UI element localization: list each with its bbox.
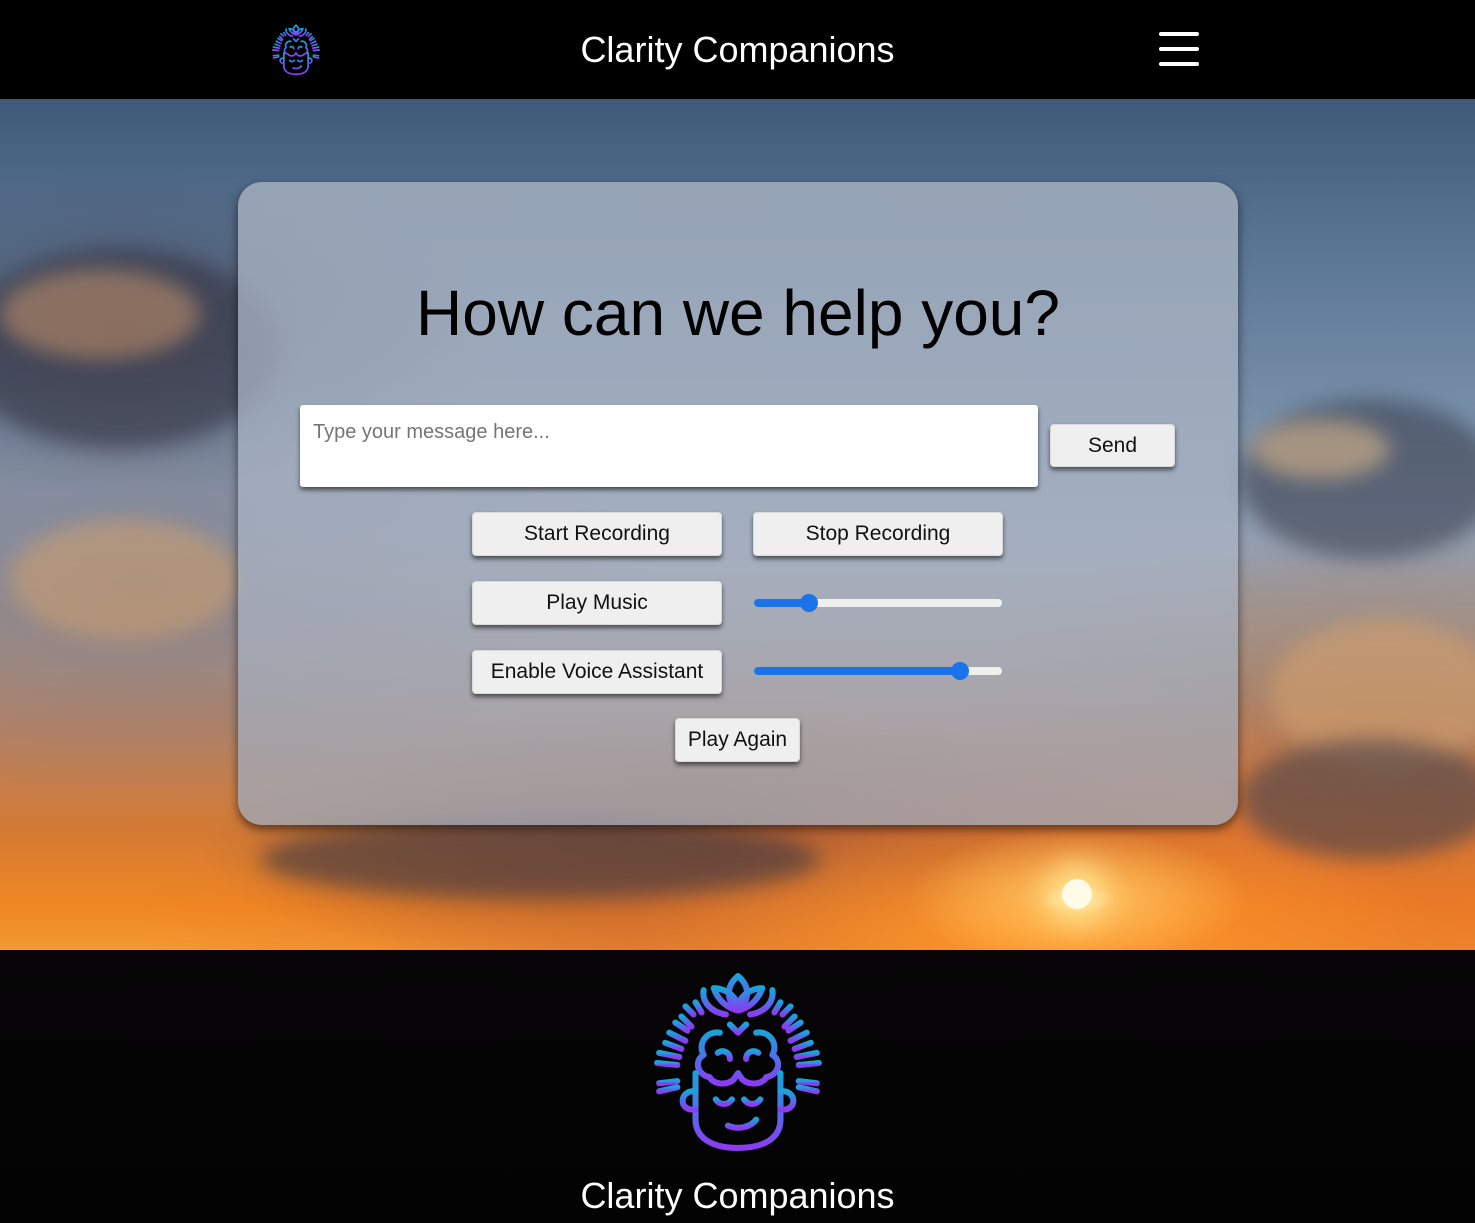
site-title: Clarity Companions <box>580 29 895 70</box>
play-music-button[interactable]: Play Music <box>472 581 722 625</box>
start-recording-button[interactable]: Start Recording <box>472 512 722 556</box>
message-input[interactable] <box>300 405 1038 487</box>
slider-thumb[interactable] <box>800 594 818 612</box>
cloud-shape <box>1240 739 1475 859</box>
site-footer: Clarity Companions <box>0 950 1475 1223</box>
site-header: Clarity Companions <box>0 0 1475 99</box>
cloud-shape <box>1250 419 1390 479</box>
enable-voice-assistant-button[interactable]: Enable Voice Assistant <box>472 650 722 694</box>
cloud-shape <box>260 819 820 899</box>
send-button[interactable]: Send <box>1050 424 1175 467</box>
footer-title: Clarity Companions <box>580 1175 895 1216</box>
slider-thumb[interactable] <box>951 662 969 680</box>
sun <box>1062 879 1092 909</box>
hamburger-menu-icon[interactable] <box>1156 30 1202 68</box>
voice-assistant-slider[interactable] <box>754 660 1002 682</box>
meditating-head-lotus-logo-icon <box>646 972 830 1154</box>
slider-fill <box>754 667 960 675</box>
stop-recording-button[interactable]: Stop Recording <box>753 512 1003 556</box>
play-again-button[interactable]: Play Again <box>675 718 800 762</box>
music-volume-slider[interactable] <box>754 592 1002 614</box>
cloud-shape <box>10 519 240 639</box>
meditating-head-lotus-logo-icon[interactable] <box>270 24 322 76</box>
cloud-shape <box>0 269 200 359</box>
page-heading: How can we help you? <box>416 277 1060 349</box>
